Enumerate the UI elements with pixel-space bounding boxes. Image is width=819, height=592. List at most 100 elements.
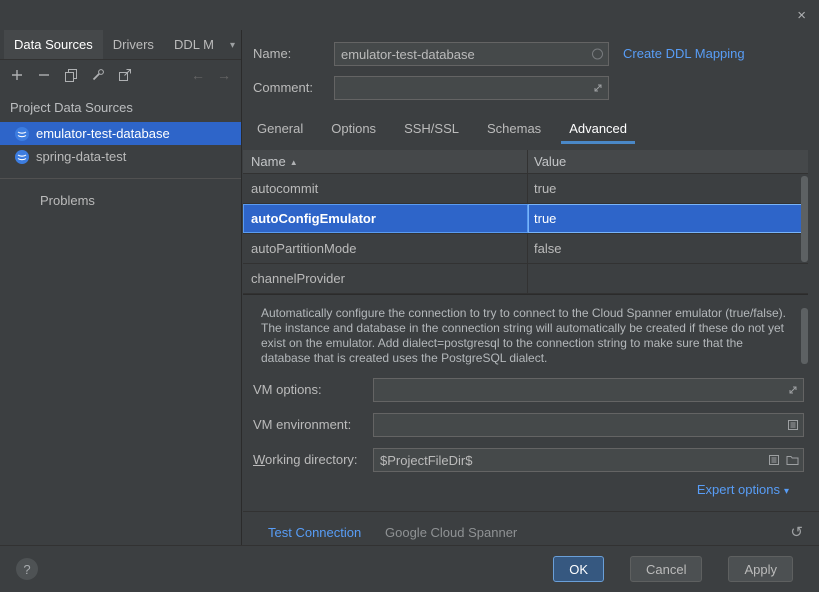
add-icon[interactable] [10, 68, 24, 82]
working-directory-input-wrap [373, 448, 804, 472]
variables-list-icon[interactable] [787, 419, 799, 431]
back-arrow-icon[interactable]: ← [191, 67, 205, 83]
problems-section[interactable]: Problems [0, 179, 241, 216]
working-directory-label: Working directory: [253, 448, 358, 472]
spanner-database-icon [14, 149, 30, 165]
working-directory-row: Working directory: [243, 448, 819, 472]
name-row: Name: Create DDL Mapping [243, 42, 819, 66]
name-input-wrap [334, 42, 609, 66]
tab-drivers-label: Drivers [113, 37, 154, 52]
working-directory-label-rest: orking directory: [265, 452, 357, 467]
option-value[interactable]: false [528, 234, 808, 263]
remove-icon[interactable] [37, 68, 51, 82]
vm-options-row: VM options: [243, 378, 819, 402]
duplicate-icon[interactable] [64, 68, 78, 82]
table-row[interactable]: autocommit true [243, 174, 808, 204]
option-description: Automatically configure the connection t… [261, 306, 790, 366]
name-label: Name: [253, 42, 291, 66]
forward-arrow-icon[interactable]: → [217, 67, 231, 83]
column-header-value[interactable]: Value [528, 150, 808, 173]
description-scrollbar[interactable] [801, 308, 808, 364]
vm-options-input[interactable] [373, 378, 804, 402]
expand-icon[interactable] [592, 82, 604, 94]
tab-general[interactable]: General [243, 114, 317, 144]
sidebar-tab-bar: Data Sources Drivers DDL M ▾ [0, 30, 241, 60]
name-input[interactable] [334, 42, 609, 66]
help-glyph: ? [23, 562, 30, 577]
vm-environment-label: VM environment: [253, 413, 351, 437]
expert-options-label: Expert options [697, 482, 780, 497]
help-button[interactable]: ? [16, 558, 38, 580]
settings-tab-bar: General Options SSH/SSL Schemas Advanced [243, 114, 819, 144]
option-name: autocommit [243, 174, 528, 203]
comment-input-wrap [334, 76, 609, 100]
sidebar-item-label: spring-data-test [36, 149, 126, 164]
data-sources-dialog: × Data Sources Drivers DDL M ▾ [0, 0, 819, 592]
expert-options-link[interactable]: Expert options ▾ [697, 482, 789, 497]
sidebar-toolbar: ← → [0, 60, 241, 90]
connection-footer: Test Connection Google Cloud Spanner ↺ [243, 520, 819, 546]
advanced-options-table: Name ▲ Value autocommit true autoConfigEm… [243, 150, 808, 295]
vm-environment-input-wrap [373, 413, 804, 437]
refresh-spinner-icon [592, 49, 603, 60]
option-name: autoPartitionMode [243, 234, 528, 263]
option-value[interactable]: true [528, 204, 808, 233]
tab-schemas[interactable]: Schemas [473, 114, 555, 144]
column-value-label: Value [534, 154, 566, 169]
sidebar: Data Sources Drivers DDL M ▾ ← → [0, 30, 242, 545]
tab-ssh-ssl[interactable]: SSH/SSL [390, 114, 473, 144]
apply-button[interactable]: Apply [728, 556, 793, 582]
test-connection-link[interactable]: Test Connection [268, 520, 361, 546]
reset-undo-icon[interactable]: ↺ [790, 520, 803, 546]
table-row[interactable]: channelProvider [243, 264, 808, 294]
column-header-name[interactable]: Name ▲ [243, 150, 528, 173]
ok-button[interactable]: OK [553, 556, 604, 582]
history-nav: ← → [191, 67, 231, 83]
table-header: Name ▲ Value [243, 150, 808, 174]
table-row[interactable]: autoConfigEmulator true [243, 204, 808, 234]
sort-asc-icon: ▲ [290, 158, 298, 167]
open-external-icon[interactable] [118, 68, 132, 82]
comment-label: Comment: [253, 76, 313, 100]
option-name: autoConfigEmulator [243, 204, 528, 233]
variables-list-icon[interactable] [768, 454, 780, 466]
tab-data-sources-label: Data Sources [14, 37, 93, 52]
tab-data-sources[interactable]: Data Sources [4, 30, 103, 59]
tab-options[interactable]: Options [317, 114, 390, 144]
footer-divider [243, 511, 819, 512]
tab-ddl-mappings[interactable]: DDL M [164, 30, 220, 59]
working-directory-input[interactable] [373, 448, 804, 472]
project-data-sources-title: Project Data Sources [0, 90, 241, 122]
tab-advanced[interactable]: Advanced [555, 114, 641, 144]
chevron-down-icon: ▾ [784, 486, 789, 497]
create-ddl-mapping-link[interactable]: Create DDL Mapping [623, 42, 745, 66]
vm-options-input-wrap [373, 378, 804, 402]
vm-options-label: VM options: [253, 378, 322, 402]
sidebar-item-spring-data-test[interactable]: spring-data-test [0, 145, 241, 168]
sidebar-item-label: emulator-test-database [36, 126, 170, 141]
tab-ddl-mappings-label: DDL M [174, 37, 214, 52]
sidebar-item-emulator-test-database[interactable]: emulator-test-database [0, 122, 241, 145]
folder-browse-icon[interactable] [786, 455, 799, 466]
expand-icon[interactable] [787, 384, 799, 396]
spanner-database-icon [14, 126, 30, 142]
working-directory-mnemonic: W [253, 452, 265, 467]
properties-wrench-icon[interactable] [91, 68, 105, 82]
option-value[interactable]: true [528, 174, 808, 203]
tabs-overflow-chevron-icon[interactable]: ▾ [230, 30, 235, 60]
comment-row: Comment: [243, 76, 819, 100]
cancel-button[interactable]: Cancel [630, 556, 702, 582]
option-value[interactable] [528, 264, 808, 293]
tab-drivers[interactable]: Drivers [103, 30, 164, 59]
comment-input[interactable] [334, 76, 609, 100]
vm-environment-row: VM environment: [243, 413, 819, 437]
column-name-label: Name [251, 154, 286, 169]
table-scrollbar[interactable] [801, 176, 808, 262]
table-row[interactable]: autoPartitionMode false [243, 234, 808, 264]
main-panel: Name: Create DDL Mapping Comment: Genera… [243, 30, 819, 545]
vm-environment-input[interactable] [373, 413, 804, 437]
driver-name-label: Google Cloud Spanner [385, 520, 517, 546]
bottom-button-bar: ? OK Cancel Apply [0, 545, 819, 592]
close-icon[interactable]: × [797, 7, 806, 24]
option-name: channelProvider [243, 264, 528, 293]
